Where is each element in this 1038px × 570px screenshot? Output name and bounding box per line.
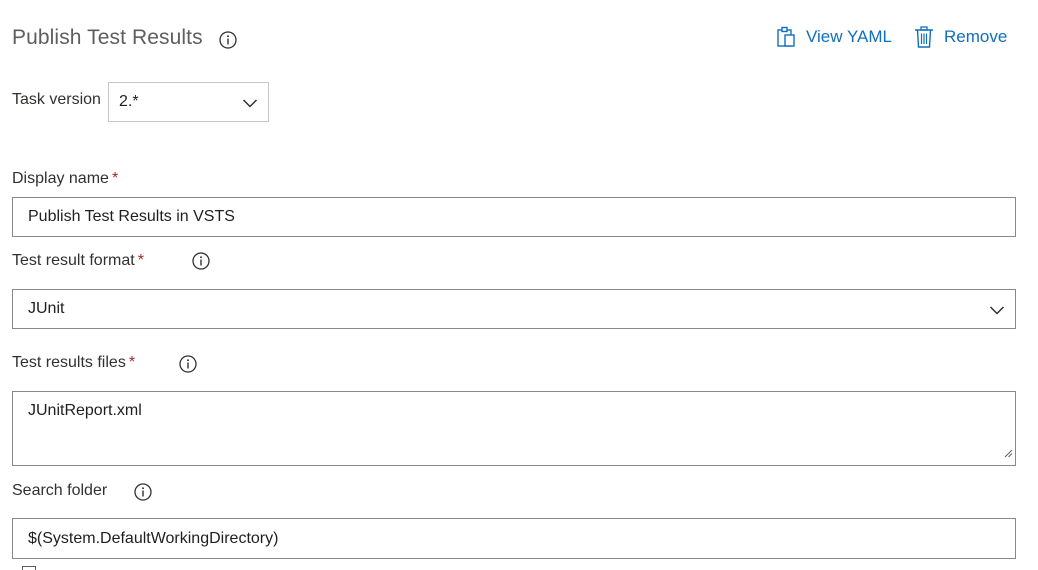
info-icon[interactable] [134, 483, 152, 501]
task-version-label: Task version [12, 91, 101, 108]
view-yaml-button[interactable]: View YAML [776, 25, 892, 49]
test-result-format-label: Test result format * [12, 252, 144, 270]
display-name-value: Publish Test Results in VSTS [28, 208, 235, 225]
test-results-files-value: JUnitReport.xml [28, 402, 142, 419]
display-name-label: Display name * [12, 170, 118, 188]
task-version-select[interactable]: 2.* [108, 82, 269, 122]
remove-button[interactable]: Remove [914, 25, 1007, 49]
task-editor-panel: Publish Test Results View YAML Remove Ta… [0, 0, 1038, 570]
required-marker: * [128, 354, 136, 371]
test-results-files-label: Test results files * [12, 354, 135, 372]
trash-icon [914, 26, 944, 48]
page-title: Publish Test Results [12, 26, 203, 49]
info-icon[interactable] [219, 31, 237, 49]
info-icon[interactable] [192, 252, 210, 270]
required-marker: * [111, 170, 119, 187]
display-name-input[interactable]: Publish Test Results in VSTS [12, 197, 1016, 237]
display-name-label-text: Display name [12, 170, 109, 187]
test-result-format-label-text: Test result format [12, 252, 135, 269]
remove-label: Remove [944, 27, 1008, 46]
required-marker: * [137, 252, 144, 269]
chevron-down-icon [989, 303, 1005, 321]
info-icon[interactable] [179, 355, 197, 373]
test-results-files-textarea[interactable]: JUnitReport.xml [12, 391, 1016, 466]
search-folder-input[interactable]: $(System.DefaultWorkingDirectory) [12, 518, 1016, 559]
view-yaml-label: View YAML [806, 27, 892, 46]
resize-grip-icon[interactable] [1003, 445, 1013, 463]
search-folder-label: Search folder [12, 482, 108, 499]
task-version-value: 2.* [119, 93, 139, 110]
test-result-format-value: JUnit [28, 300, 65, 317]
search-folder-value: $(System.DefaultWorkingDirectory) [28, 529, 279, 547]
test-results-files-label-text: Test results files [12, 354, 126, 371]
chevron-down-icon [242, 96, 258, 114]
clipboard-icon [776, 26, 806, 48]
checkbox[interactable] [22, 566, 36, 570]
test-result-format-select[interactable]: JUnit [12, 289, 1016, 329]
